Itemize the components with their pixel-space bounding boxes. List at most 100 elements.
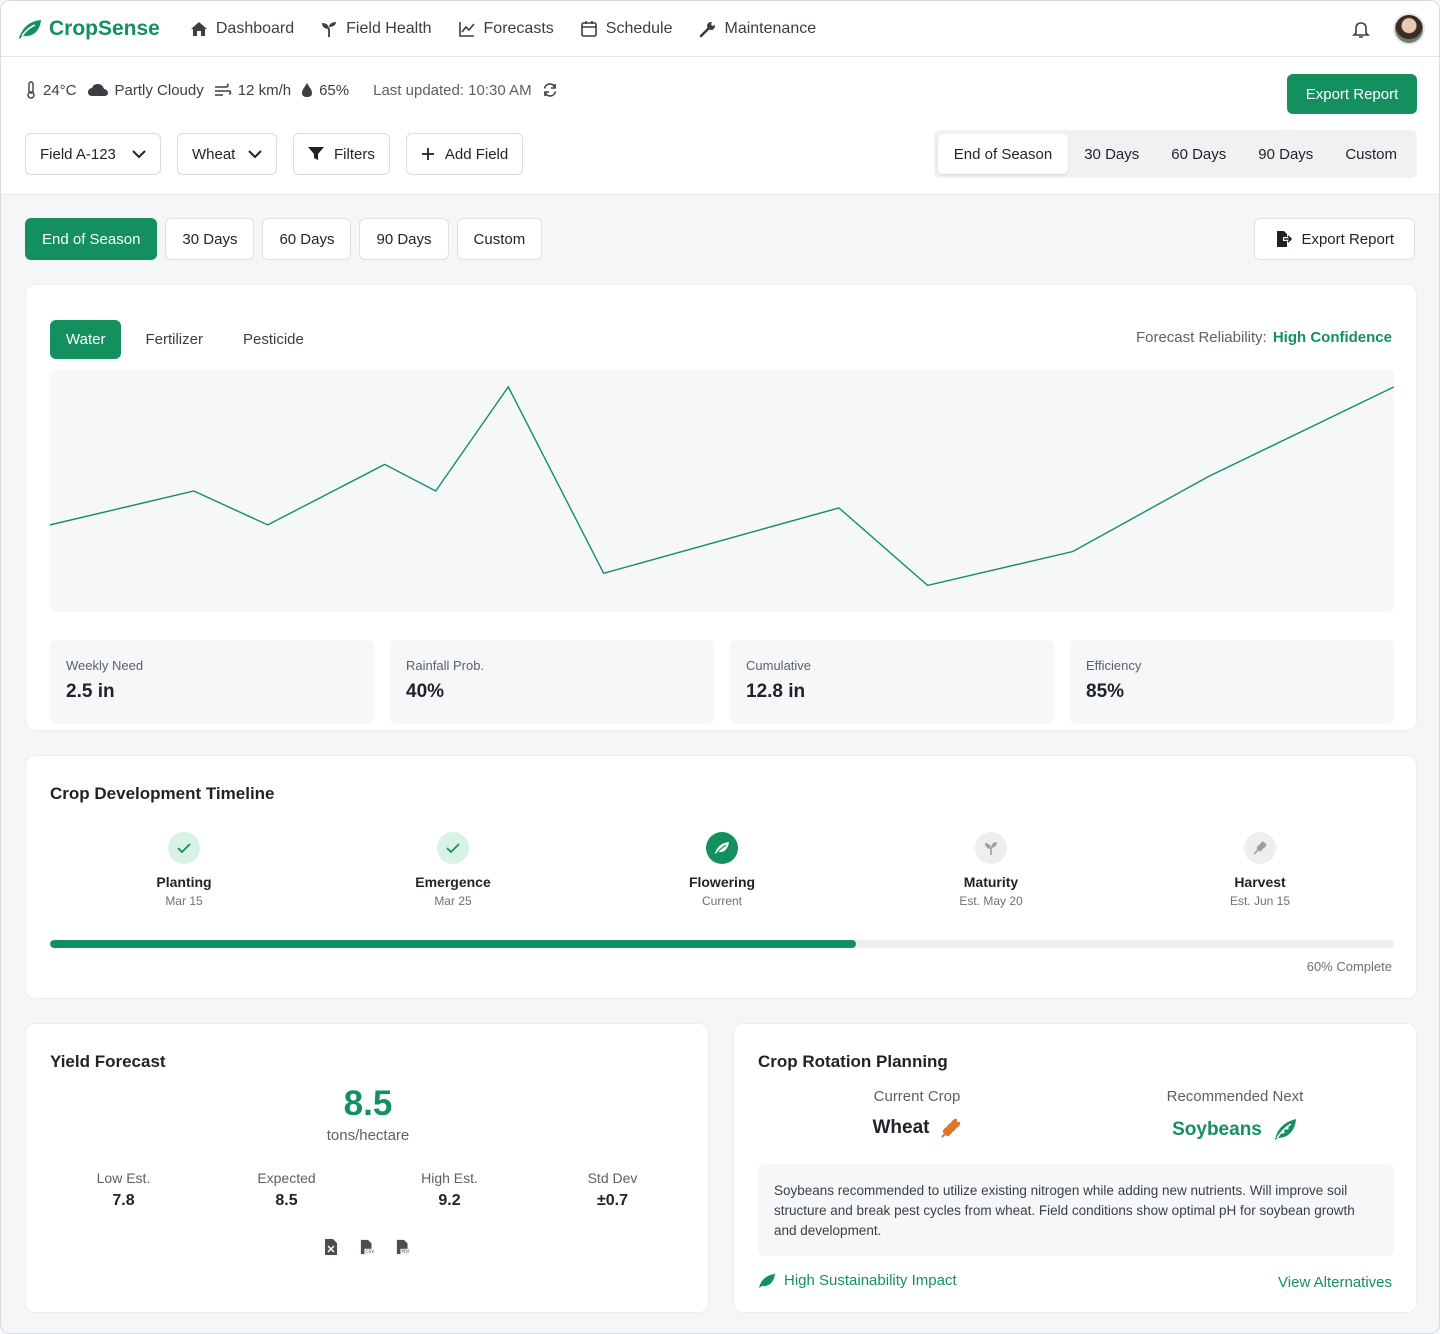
recommended-crop-value: Soybeans — [1172, 1119, 1262, 1140]
nav-field-health[interactable]: Field Health — [320, 20, 432, 38]
avatar[interactable] — [1393, 12, 1425, 45]
export-report-button[interactable]: Export Report — [1287, 74, 1417, 114]
range-90-days[interactable]: 90 Days — [359, 218, 449, 260]
nav-schedule[interactable]: Schedule — [580, 20, 673, 38]
wind-value: 12 km/h — [237, 81, 292, 99]
nav-maintenance-label: Maintenance — [724, 19, 817, 37]
tab-pesticide[interactable]: Pesticide — [227, 320, 320, 359]
yield-stat-label: Std Dev — [587, 1170, 638, 1186]
stage-flowering: Flowering Current — [642, 832, 802, 908]
yield-stat-expected: Expected 8.5 — [205, 1170, 368, 1210]
recommended-crop-value-row: Soybeans — [1076, 1117, 1394, 1143]
seg-custom[interactable]: Custom — [1329, 134, 1413, 174]
stat-label: Cumulative — [746, 658, 812, 673]
current-crop-label: Current Crop — [873, 1088, 961, 1105]
yield-stat-high: High Est. 9.2 — [368, 1170, 531, 1210]
wind-icon — [214, 83, 231, 96]
stage-name: Flowering — [688, 874, 756, 890]
seg-30-days[interactable]: 30 Days — [1068, 134, 1155, 174]
nav-dashboard[interactable]: Dashboard — [190, 20, 294, 38]
field-select[interactable]: Field A-123 — [25, 133, 161, 175]
home-icon — [190, 21, 207, 36]
brand-logo[interactable]: CropSense — [17, 17, 160, 41]
wheat-icon — [940, 1118, 960, 1138]
seg-60-days[interactable]: 60 Days — [1155, 134, 1242, 174]
range-30-days[interactable]: 30 Days — [165, 218, 255, 260]
tab-water[interactable]: Water — [50, 320, 122, 359]
range-custom[interactable]: Custom — [456, 218, 543, 260]
cloud-icon — [87, 84, 108, 96]
seg-90-days[interactable]: 90 Days — [1242, 134, 1329, 174]
filter-row: Field A-123 Wheat Filters Add Field — [25, 133, 524, 175]
leaf-icon — [759, 1273, 775, 1288]
filters-button[interactable]: Filters — [293, 133, 390, 175]
yield-unit: tons/hectare — [326, 1127, 410, 1144]
progress-track — [50, 940, 1394, 948]
leaf-icon — [706, 832, 738, 864]
top-navigation: CropSense Dashboard Field Health Forecas… — [1, 1, 1439, 57]
line-chart — [50, 385, 1394, 587]
droplet-icon — [302, 83, 313, 97]
nav-forecasts[interactable]: Forecasts — [458, 20, 554, 38]
field-select-value: Field A-123 — [40, 145, 116, 163]
reliability-value: High Confidence — [1272, 329, 1392, 346]
current-crop-value-row: Wheat — [758, 1117, 1076, 1139]
stat-label: Rainfall Prob. — [406, 658, 485, 673]
excel-file-icon[interactable] — [324, 1238, 340, 1258]
add-field-label: Add Field — [444, 145, 509, 163]
stat-value: 85% — [1086, 681, 1125, 702]
nav-maintenance[interactable]: Maintenance — [699, 19, 817, 38]
yield-title: Yield Forecast — [50, 1052, 166, 1071]
check-icon — [168, 832, 200, 864]
rotation-note: Soybeans recommended to utilize existing… — [758, 1164, 1394, 1256]
calendar-icon — [580, 20, 597, 37]
chart-plot-area — [50, 370, 1394, 612]
thermometer-icon — [27, 81, 35, 99]
yield-stat-label: Low Est. — [96, 1170, 151, 1186]
wheat-icon — [1244, 832, 1276, 864]
stat-weekly-need: Weekly Need 2.5 in — [50, 640, 374, 724]
yield-stat-stddev: Std Dev ±0.7 — [531, 1170, 694, 1210]
forecast-reliability: Forecast Reliability: High Confidence — [1136, 329, 1392, 346]
crop-select[interactable]: Wheat — [177, 133, 277, 175]
brand-name: CropSense — [49, 16, 160, 40]
view-alternatives-link[interactable]: View Alternatives — [1278, 1274, 1392, 1291]
leaf-logo-icon — [19, 19, 41, 39]
wrench-icon — [699, 21, 715, 37]
stage-harvest: Harvest Est. Jun 15 — [1180, 832, 1340, 908]
yield-stat-label: High Est. — [421, 1170, 478, 1186]
range-60-days[interactable]: 60 Days — [262, 218, 352, 260]
resource-tabs: Water Fertilizer Pesticide — [50, 320, 320, 359]
range-end-of-season[interactable]: End of Season — [25, 218, 158, 260]
tab-fertilizer[interactable]: Fertilizer — [129, 320, 219, 359]
pdf-file-icon[interactable]: PDF — [396, 1238, 412, 1258]
export-report-secondary-button[interactable]: Export Report — [1254, 218, 1415, 260]
export-label: Export Report — [1301, 230, 1394, 248]
bell-icon[interactable] — [1351, 19, 1371, 39]
yield-stat-value: 7.8 — [112, 1192, 135, 1209]
nav-right — [1351, 12, 1425, 45]
stage-emergence: Emergence Mar 25 — [373, 832, 533, 908]
stage-name: Emergence — [415, 874, 491, 890]
check-icon — [437, 832, 469, 864]
csv-file-icon[interactable]: CSV — [360, 1238, 376, 1258]
last-updated: Last updated: 10:30 AM — [373, 81, 532, 99]
sprout-icon — [322, 21, 337, 37]
stat-efficiency: Efficiency 85% — [1070, 640, 1394, 724]
yield-export-icons: CSV PDF — [26, 1238, 710, 1258]
wind: 12 km/h — [214, 82, 291, 99]
water-stats: Weekly Need 2.5 in Rainfall Prob. 40% Cu… — [50, 640, 1394, 724]
temperature: 24°C — [25, 81, 77, 99]
yield-forecast-card: Yield Forecast 8.5 tons/hectare Low Est.… — [25, 1023, 709, 1313]
add-field-button[interactable]: Add Field — [405, 133, 524, 175]
refresh-icon[interactable] — [542, 82, 558, 98]
stat-rainfall-prob: Rainfall Prob. 40% — [390, 640, 714, 724]
humidity: 65% — [301, 82, 349, 99]
stat-value: 12.8 in — [746, 681, 806, 702]
nav-dashboard-label: Dashboard — [215, 19, 295, 37]
seg-end-of-season[interactable]: End of Season — [937, 134, 1069, 174]
crop-timeline-card: Crop Development Timeline Planting Mar 1… — [25, 755, 1417, 999]
stat-value: 2.5 in — [66, 681, 115, 702]
stage-date: Est. Jun 15 — [1229, 894, 1291, 908]
yield-stats: Low Est. 7.8 Expected 8.5 High Est. 9.2 … — [42, 1170, 694, 1210]
